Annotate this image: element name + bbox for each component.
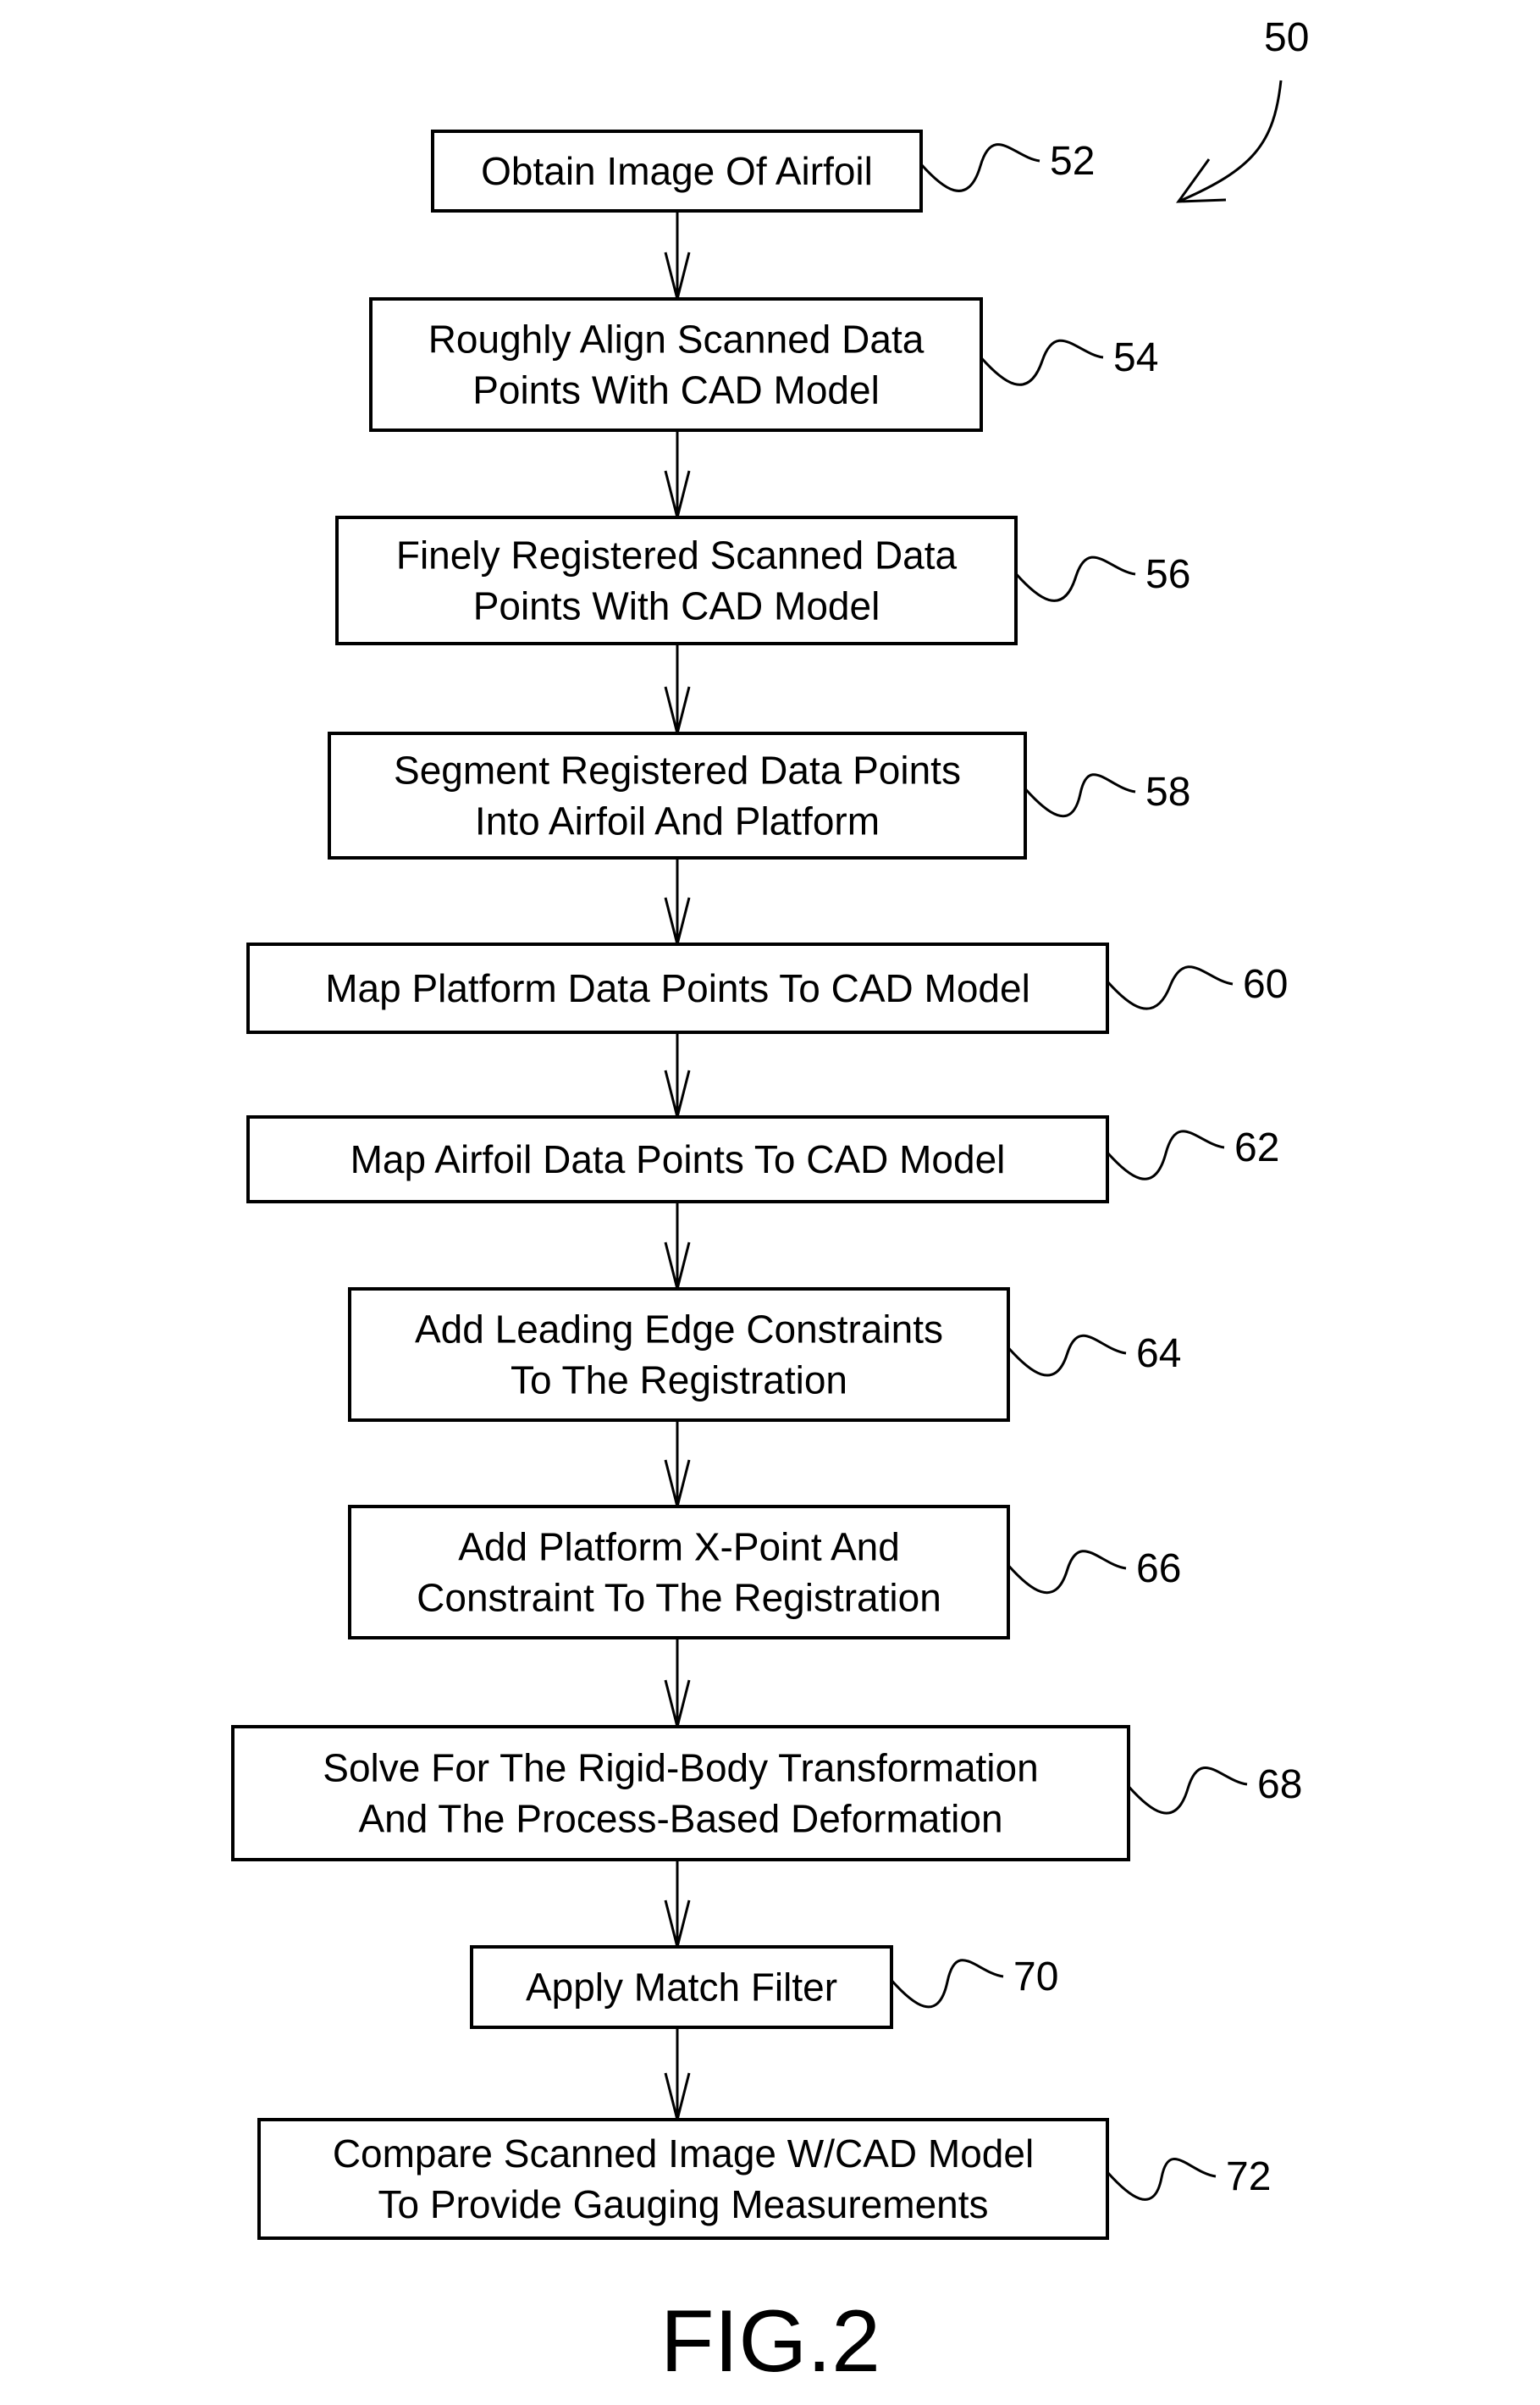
leader-line <box>1024 773 1136 818</box>
step-text: Points With CAD Model <box>472 368 880 412</box>
step-text: Solve For The Rigid-Body Transformation <box>323 1746 1038 1790</box>
step-text: Points With CAD Model <box>473 584 880 628</box>
step-text: To The Registration <box>511 1358 847 1402</box>
step-reference-number: 54 <box>1113 335 1158 380</box>
step-reference-number: 68 <box>1257 1762 1302 1807</box>
leader-line <box>1106 965 1234 1010</box>
flow-step: Solve For The Rigid-Body Transformation A… <box>231 1725 1302 1948</box>
leader-line <box>890 1959 1004 2009</box>
step-reference-number: 66 <box>1136 1546 1181 1591</box>
leader-line <box>1127 1766 1248 1815</box>
step-reference-number: 62 <box>1234 1125 1279 1170</box>
step-reference-number: 64 <box>1136 1331 1181 1376</box>
flow-step: Add Leading Edge Constraints To The Regis… <box>348 1287 1181 1507</box>
leader-line <box>1106 1130 1225 1180</box>
step-reference-number: 72 <box>1226 2154 1271 2199</box>
flow-step: Map Airfoil Data Points To CAD Model 62 <box>246 1115 1279 1290</box>
leader-line <box>919 143 1040 192</box>
figure-caption: FIG.2 <box>660 2292 880 2391</box>
step-reference-number: 52 <box>1050 139 1095 184</box>
flow-step: Compare Scanned Image W/CAD Model To Prov… <box>257 2118 1271 2240</box>
step-text: Into Airfoil And Platform <box>475 799 880 843</box>
flow-step: Segment Registered Data Points Into Airfo… <box>328 732 1190 945</box>
flow-step: Roughly Align Scanned Data Points With CA… <box>369 297 1158 518</box>
flow-step: Finely Registered Scanned Data Points Wit… <box>335 516 1190 734</box>
step-text: Map Platform Data Points To CAD Model <box>325 966 1030 1010</box>
figure-reference-arrow <box>1178 80 1283 203</box>
figure-reference-label: 50 <box>1264 15 1309 60</box>
leader-line <box>1007 1334 1127 1377</box>
flow-step: Obtain Image Of Airfoil 52 <box>431 130 1095 300</box>
step-reference-number: 58 <box>1145 770 1190 815</box>
step-text: Roughly Align Scanned Data <box>428 318 925 362</box>
step-text: Add Platform X-Point And <box>458 1525 900 1569</box>
step-text: Compare Scanned Image W/CAD Model <box>333 2131 1034 2176</box>
step-reference-number: 70 <box>1013 1954 1058 1999</box>
flow-step: Map Platform Data Points To CAD Model 60 <box>246 943 1288 1118</box>
flow-step: Add Platform X-Point And Constraint To Th… <box>348 1505 1181 1728</box>
step-text: Map Airfoil Data Points To CAD Model <box>351 1137 1006 1181</box>
leader-line <box>1014 556 1136 602</box>
leader-line <box>1106 2158 1217 2201</box>
step-text: To Provide Gauging Measurements <box>378 2182 988 2226</box>
flowchart: 50 Obtain Image Of Airfoil 52 Roughly Alig… <box>231 15 1309 2391</box>
step-text: Obtain Image Of Airfoil <box>481 149 873 193</box>
step-text: Finely Registered Scanned Data <box>396 534 958 578</box>
flow-step: Apply Match Filter 70 <box>470 1945 1058 2120</box>
step-text: And The Process-Based Deformation <box>358 1797 1002 1841</box>
step-text: Constraint To The Registration <box>417 1576 941 1620</box>
leader-line <box>1007 1550 1127 1595</box>
step-reference-number: 60 <box>1243 962 1288 1007</box>
step-text: Apply Match Filter <box>526 1965 837 2010</box>
step-text: Add Leading Edge Constraints <box>415 1308 943 1352</box>
leader-line <box>980 339 1104 386</box>
steps-layer: Obtain Image Of Airfoil 52 Roughly Align S… <box>231 130 1302 2240</box>
step-text: Segment Registered Data Points <box>394 749 961 793</box>
step-reference-number: 56 <box>1145 552 1190 597</box>
